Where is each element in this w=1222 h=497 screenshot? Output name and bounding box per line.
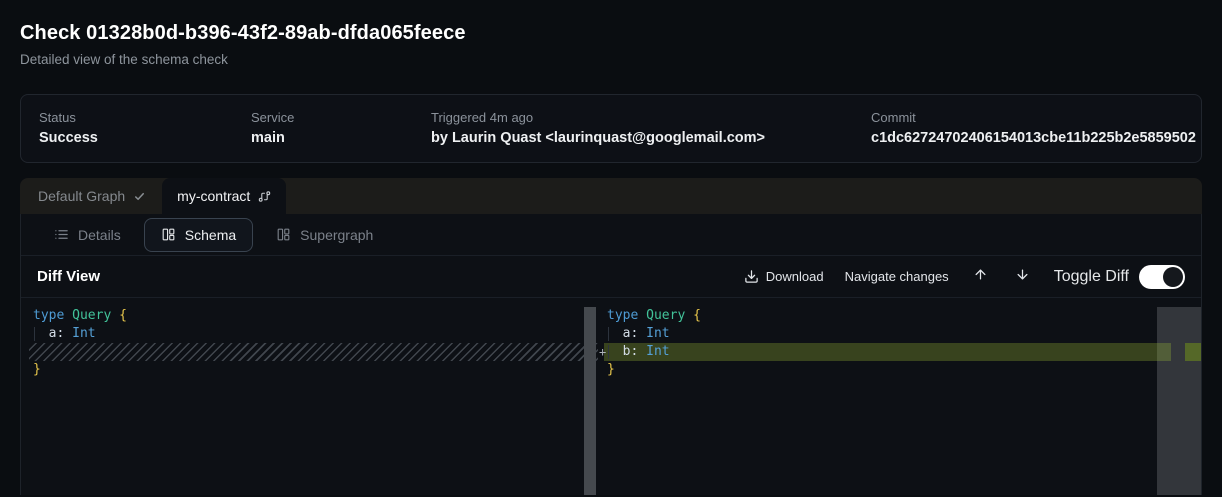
tab-supergraph-label: Supergraph bbox=[300, 227, 373, 243]
code-token bbox=[685, 307, 693, 325]
diff-pane-after: type Query { a: Int+ b: Int } bbox=[598, 298, 1201, 495]
panels-icon bbox=[161, 227, 176, 242]
diff-pane-before: type Query { a: Int} bbox=[21, 298, 598, 495]
commit-field: Commit c1dc62724702406154013cbe11b225b2e… bbox=[871, 110, 1196, 146]
schema-check-panel: Details Schema Supergraph Diff View bbox=[20, 214, 1202, 495]
tab-supergraph[interactable]: Supergraph bbox=[265, 218, 384, 252]
code-token: b: bbox=[623, 343, 639, 361]
download-button[interactable]: Download bbox=[744, 269, 824, 284]
page-subtitle: Detailed view of the schema check bbox=[20, 52, 1202, 67]
code-line: type Query { bbox=[21, 307, 598, 325]
code-token: Int bbox=[72, 325, 95, 343]
triggered-label: Triggered 4m ago bbox=[431, 110, 871, 125]
code-token bbox=[607, 325, 623, 343]
download-icon bbox=[744, 269, 759, 284]
code-token bbox=[111, 307, 119, 325]
code-line: a: Int bbox=[598, 325, 1201, 343]
diff-placeholder-line bbox=[21, 343, 598, 361]
code-line: } bbox=[598, 361, 1201, 379]
code-token bbox=[64, 325, 72, 343]
git-compare-icon bbox=[258, 190, 271, 203]
contract-tabstrip: Default Graph my-contract bbox=[20, 178, 1202, 214]
service-field: Service main bbox=[251, 110, 431, 146]
tab-details[interactable]: Details bbox=[43, 218, 132, 252]
diff-toolbar: Diff View Download Navigate changes bbox=[21, 256, 1201, 298]
left-scrollbar[interactable] bbox=[584, 307, 596, 495]
code-line: type Query { bbox=[598, 307, 1201, 325]
tab-default-graph-label: Default Graph bbox=[38, 188, 125, 204]
code-token bbox=[33, 325, 49, 343]
code-token: type bbox=[33, 307, 64, 325]
code-token: type bbox=[607, 307, 638, 325]
tab-default-graph[interactable]: Default Graph bbox=[20, 178, 162, 214]
code-token bbox=[638, 325, 646, 343]
toggle-diff-group: Toggle Diff bbox=[1054, 265, 1185, 289]
toggle-diff-switch[interactable] bbox=[1139, 265, 1185, 289]
previous-change-button[interactable] bbox=[970, 267, 991, 287]
overview-ruler[interactable] bbox=[1157, 307, 1201, 495]
status-field: Status Success bbox=[39, 110, 251, 146]
arrow-down-icon bbox=[1015, 267, 1030, 287]
download-label: Download bbox=[766, 269, 824, 284]
check-icon bbox=[133, 190, 146, 203]
navigate-changes-label: Navigate changes bbox=[845, 269, 949, 284]
code-token: } bbox=[33, 361, 41, 379]
status-value: Success bbox=[39, 130, 251, 146]
code-token bbox=[638, 307, 646, 325]
commit-label: Commit bbox=[871, 110, 1196, 125]
switch-knob bbox=[1163, 267, 1183, 287]
code-line: a: Int bbox=[21, 325, 598, 343]
code-token: { bbox=[119, 307, 127, 325]
tab-schema-label: Schema bbox=[185, 227, 236, 243]
tab-my-contract[interactable]: my-contract bbox=[162, 178, 286, 214]
panels-icon bbox=[276, 227, 291, 242]
code-token: } bbox=[607, 361, 615, 379]
added-change-marker bbox=[1185, 343, 1201, 361]
code-token: a: bbox=[623, 325, 639, 343]
toggle-diff-label: Toggle Diff bbox=[1054, 268, 1129, 286]
diff-gutter: + bbox=[598, 343, 607, 361]
diff-gutter bbox=[598, 325, 607, 343]
code-token: Int bbox=[646, 325, 669, 343]
code-token: Int bbox=[646, 343, 669, 361]
tab-my-contract-label: my-contract bbox=[177, 188, 250, 204]
arrow-up-icon bbox=[973, 267, 988, 287]
check-summary-card: Status Success Service main Triggered 4m… bbox=[20, 94, 1202, 163]
page-title: Check 01328b0d-b396-43f2-89ab-dfda065fee… bbox=[20, 22, 1202, 45]
tab-schema[interactable]: Schema bbox=[144, 218, 253, 252]
service-label: Service bbox=[251, 110, 431, 125]
code-token bbox=[64, 307, 72, 325]
hatch-pattern bbox=[29, 343, 598, 361]
status-label: Status bbox=[39, 110, 251, 125]
diff-toolbar-actions: Download Navigate changes Toggle Diff bbox=[744, 265, 1185, 289]
commit-value: c1dc62724702406154013cbe11b225b2e5859502 bbox=[871, 130, 1196, 146]
page-header: Check 01328b0d-b396-43f2-89ab-dfda065fee… bbox=[20, 22, 1202, 67]
triggered-value: by Laurin Quast <laurinquast@googlemail.… bbox=[431, 130, 871, 146]
next-change-button[interactable] bbox=[1012, 267, 1033, 287]
diff-view-title: Diff View bbox=[37, 268, 100, 285]
code-token: { bbox=[693, 307, 701, 325]
code-token bbox=[638, 343, 646, 361]
code-line: } bbox=[21, 361, 598, 379]
triggered-field: Triggered 4m ago by Laurin Quast <laurin… bbox=[431, 110, 871, 146]
view-tabs: Details Schema Supergraph bbox=[21, 214, 1201, 256]
tab-details-label: Details bbox=[78, 227, 121, 243]
code-token: Query bbox=[72, 307, 111, 325]
diff-gutter bbox=[598, 361, 607, 379]
code-token: Query bbox=[646, 307, 685, 325]
diff-editor: type Query { a: Int} type Query { a: Int… bbox=[21, 298, 1201, 495]
added-code-line: + b: Int bbox=[598, 343, 1201, 361]
code-token bbox=[607, 343, 623, 361]
service-value: main bbox=[251, 130, 431, 146]
code-token: a: bbox=[49, 325, 65, 343]
list-icon bbox=[54, 227, 69, 242]
diff-gutter bbox=[598, 307, 607, 325]
